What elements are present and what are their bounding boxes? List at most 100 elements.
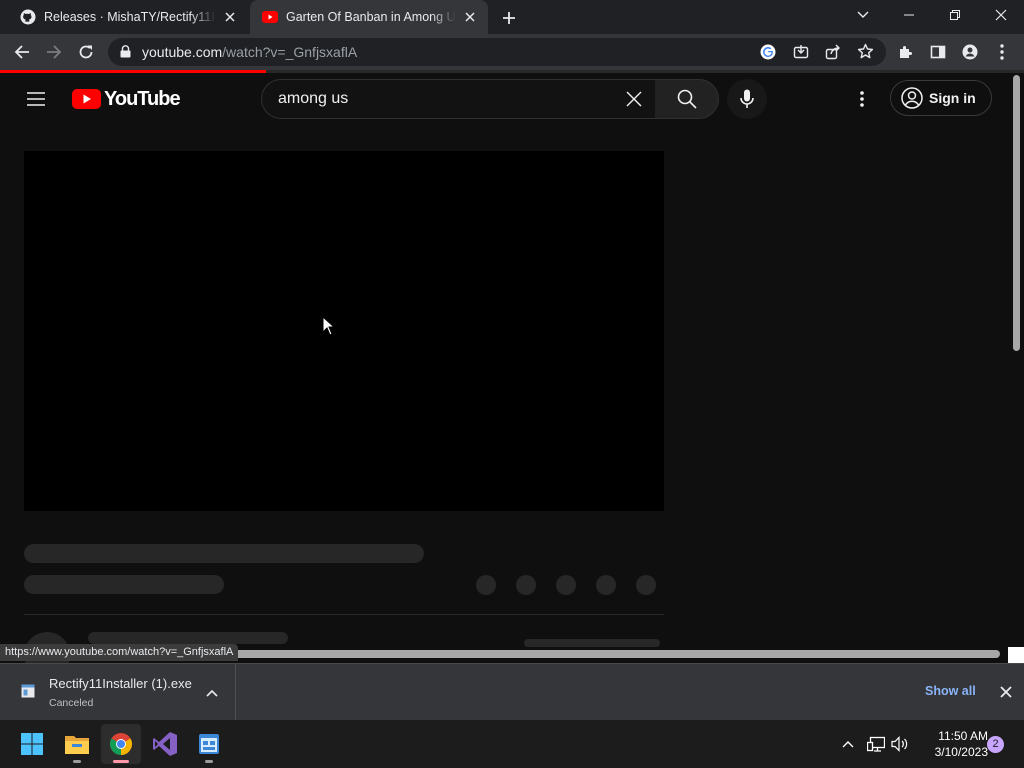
chrome-menu-button[interactable] <box>989 39 1015 65</box>
sign-in-label: Sign in <box>929 90 976 106</box>
reload-button[interactable] <box>73 39 99 65</box>
taskbar-visual-studio[interactable] <box>145 724 185 764</box>
action-skeleton <box>596 575 616 595</box>
network-button[interactable] <box>864 732 888 756</box>
taskbar-file-explorer[interactable] <box>57 724 97 764</box>
running-indicator <box>113 760 129 763</box>
voice-search-button[interactable] <box>727 79 767 119</box>
tab-close-icon[interactable] <box>462 9 478 25</box>
youtube-play-icon <box>72 89 101 109</box>
speaker-icon <box>891 736 908 752</box>
address-bar[interactable]: youtube.com/watch?v=_GnfjsxaflA <box>108 38 886 66</box>
arrow-left-icon <box>14 45 29 59</box>
profile-icon <box>962 44 978 60</box>
back-button[interactable] <box>9 39 35 65</box>
file-explorer-icon <box>65 736 89 754</box>
download-shelf: Rectify11Installer (1).exe Canceled Show… <box>0 663 1024 720</box>
side-panel-button[interactable] <box>925 39 951 65</box>
extensions-button[interactable] <box>893 39 919 65</box>
search-button[interactable] <box>655 79 719 119</box>
close-window-button[interactable] <box>978 0 1024 30</box>
minimize-icon <box>904 14 914 16</box>
subscribe-skeleton <box>524 639 660 647</box>
close-download-shelf-button[interactable] <box>996 682 1016 702</box>
clock-date: 3/10/2023 <box>934 745 988 759</box>
tab-title: Garten Of Banban in Among Us - YouTube <box>286 10 456 24</box>
clock-time: 11:50 AM <box>938 729 988 743</box>
kebab-menu-icon <box>1000 44 1004 60</box>
clear-search-button[interactable] <box>621 86 647 112</box>
notification-badge[interactable]: 2 <box>987 736 1004 753</box>
show-hidden-icons-button[interactable] <box>836 732 860 756</box>
lock-icon[interactable] <box>120 45 131 58</box>
mouse-cursor-icon <box>322 316 336 336</box>
tab-github-releases[interactable]: Releases · MishaTY/Rectify11Installer <box>8 0 248 34</box>
taskbar-clock[interactable]: 11:50 AM 3/10/2023 <box>912 728 988 760</box>
show-all-downloads-link[interactable]: Show all <box>925 684 976 698</box>
download-options-button[interactable] <box>203 684 221 702</box>
start-button[interactable] <box>12 724 52 764</box>
visual-studio-icon <box>153 732 177 756</box>
browser-toolbar: youtube.com/watch?v=_GnfjsxaflA <box>0 34 1024 70</box>
hamburger-icon <box>27 92 45 106</box>
search-input[interactable]: among us <box>261 79 656 119</box>
minimize-button[interactable] <box>886 0 932 30</box>
plus-icon <box>503 12 515 24</box>
start-icon <box>21 733 43 755</box>
restore-button[interactable] <box>932 0 978 30</box>
profile-button[interactable] <box>957 39 983 65</box>
file-icon <box>21 684 35 698</box>
sign-in-button[interactable]: Sign in <box>890 80 992 116</box>
vertical-scrollbar[interactable] <box>1011 73 1024 647</box>
microphone-icon <box>740 89 754 108</box>
vertical-scrollbar-thumb[interactable] <box>1013 75 1020 351</box>
tab-search-button[interactable] <box>840 0 886 30</box>
action-skeleton <box>556 575 576 595</box>
chrome-icon <box>110 733 132 755</box>
meta-skeleton <box>24 575 224 594</box>
tab-youtube-video[interactable]: Garten Of Banban in Among Us - YouTube <box>250 0 488 34</box>
guide-menu-button[interactable] <box>24 87 48 111</box>
tab-strip: Releases · MishaTY/Rectify11Installer Ga… <box>0 0 1024 34</box>
link-status-bubble: https://www.youtube.com/watch?v=_Gnfjsxa… <box>0 644 239 661</box>
tab-close-icon[interactable] <box>222 9 238 25</box>
volume-button[interactable] <box>888 732 912 756</box>
chevron-down-icon <box>857 11 869 18</box>
google-icon[interactable] <box>760 44 776 60</box>
new-tab-button[interactable] <box>498 7 520 29</box>
video-player[interactable] <box>24 151 664 511</box>
network-icon <box>867 736 885 752</box>
bookmark-star-icon[interactable] <box>857 43 874 60</box>
running-indicator <box>73 760 81 763</box>
search-icon <box>677 89 697 109</box>
action-skeleton <box>516 575 536 595</box>
forward-button[interactable] <box>41 39 67 65</box>
search-input-value[interactable]: among us <box>278 90 348 108</box>
address-text[interactable]: youtube.com/watch?v=_GnfjsxaflA <box>142 44 357 60</box>
scrollbar-corner <box>1008 647 1024 663</box>
taskbar-chrome[interactable] <box>101 724 141 764</box>
restore-icon <box>950 10 960 20</box>
download-item[interactable]: Rectify11Installer (1).exe Canceled <box>0 664 236 720</box>
channel-skeleton <box>88 632 288 644</box>
share-icon[interactable] <box>825 44 841 60</box>
tab-title: Releases · MishaTY/Rectify11Installer <box>44 10 216 24</box>
taskbar-rectify-installer[interactable] <box>189 724 229 764</box>
chevron-up-icon <box>206 689 218 697</box>
running-indicator <box>205 760 213 763</box>
settings-menu-button[interactable] <box>850 87 874 111</box>
youtube-logo-text: YouTube <box>104 87 181 110</box>
close-icon <box>995 9 1007 21</box>
chevron-up-icon <box>842 741 854 748</box>
install-app-icon[interactable] <box>793 44 809 60</box>
rectify-installer-icon <box>199 734 219 754</box>
windows-taskbar: 11:50 AM 3/10/2023 2 <box>0 720 1024 768</box>
download-filename: Rectify11Installer (1).exe <box>49 676 192 691</box>
address-host: youtube.com <box>142 44 223 60</box>
screen: Releases · MishaTY/Rectify11Installer Ga… <box>0 0 1024 768</box>
kebab-menu-icon <box>860 91 864 107</box>
github-icon <box>20 9 36 25</box>
youtube-logo[interactable]: YouTube <box>72 87 181 111</box>
youtube-icon <box>262 9 278 25</box>
action-skeleton <box>636 575 656 595</box>
